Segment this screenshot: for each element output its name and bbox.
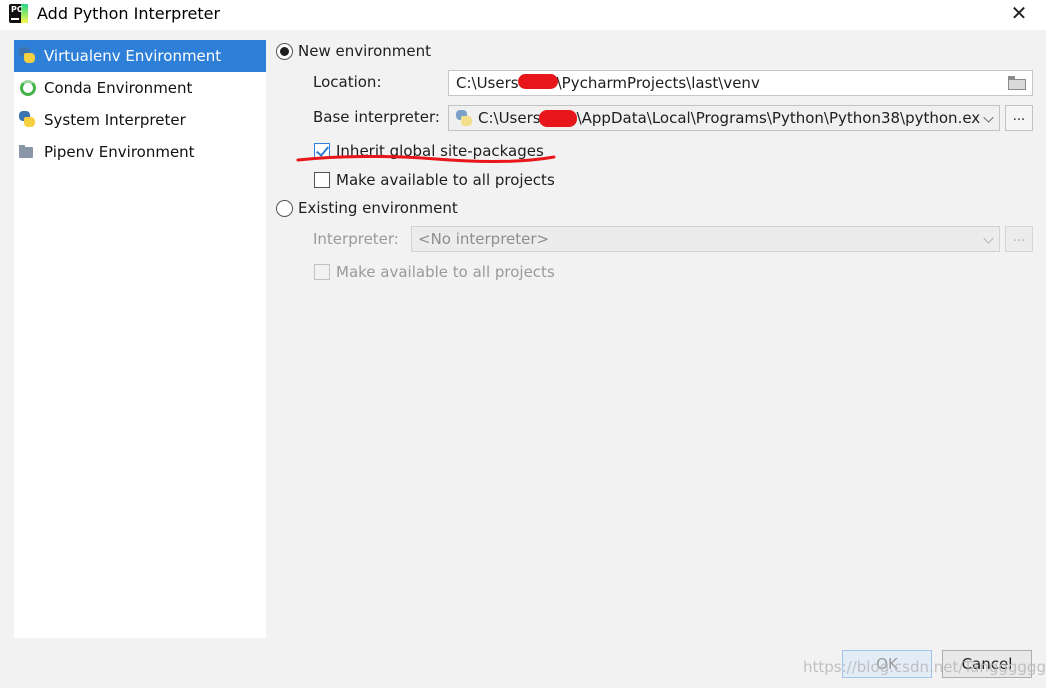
new-environment-radio[interactable]: New environment bbox=[276, 42, 431, 60]
sidebar-item-conda[interactable]: Conda Environment bbox=[14, 72, 266, 104]
redaction-mark bbox=[539, 110, 577, 127]
close-icon[interactable]: ✕ bbox=[1006, 2, 1032, 26]
base-interpreter-select[interactable]: C:\Users \AppData\Local\Programs\Python\… bbox=[448, 105, 1000, 131]
checkbox[interactable] bbox=[314, 264, 330, 280]
make-available-checkbox[interactable]: Make available to all projects bbox=[314, 171, 555, 189]
chevron-down-icon bbox=[983, 112, 994, 123]
location-label: Location: bbox=[313, 73, 382, 91]
settings-panel: New environment Location: C:\Users \Pych… bbox=[276, 40, 1036, 640]
sidebar-item-pipenv[interactable]: Pipenv Environment bbox=[14, 136, 266, 168]
radio-button[interactable] bbox=[276, 199, 293, 217]
make-available-label: Make available to all projects bbox=[336, 171, 555, 189]
location-input[interactable]: C:\Users \PycharmProjects\last\venv bbox=[448, 70, 1033, 96]
python-icon bbox=[18, 110, 38, 130]
existing-environment-radio[interactable]: Existing environment bbox=[276, 199, 458, 217]
existing-environment-label: Existing environment bbox=[298, 199, 458, 217]
interpreter-value: <No interpreter> bbox=[418, 230, 550, 248]
base-value-start: C:\Users bbox=[478, 109, 541, 127]
pycharm-logo-icon: PC bbox=[9, 4, 28, 23]
base-interpreter-label: Base interpreter: bbox=[313, 108, 440, 126]
sidebar-item-label: Pipenv Environment bbox=[44, 143, 195, 161]
python-icon bbox=[18, 46, 38, 66]
chevron-down-icon bbox=[983, 233, 994, 244]
radio-button[interactable] bbox=[276, 42, 293, 60]
conda-icon bbox=[18, 78, 38, 98]
title-bar: PC Add Python Interpreter ✕ bbox=[0, 0, 1046, 30]
watermark-text: https://blog.csdn.net/Tanggggggggg bbox=[803, 658, 1046, 676]
checkbox[interactable] bbox=[314, 172, 330, 188]
redaction-mark bbox=[518, 74, 558, 89]
environment-type-list: Virtualenv Environment Conda Environment… bbox=[14, 40, 266, 638]
existing-make-available-label: Make available to all projects bbox=[336, 263, 555, 281]
browse-base-interpreter-button[interactable]: ... bbox=[1005, 105, 1033, 131]
sidebar-item-system[interactable]: System Interpreter bbox=[14, 104, 266, 136]
location-value-end: \PycharmProjects\last\venv bbox=[556, 74, 760, 92]
sidebar-item-virtualenv[interactable]: Virtualenv Environment bbox=[14, 40, 266, 72]
browse-interpreter-button[interactable]: ... bbox=[1005, 226, 1033, 252]
sidebar-item-label: System Interpreter bbox=[44, 111, 186, 129]
existing-make-available-checkbox[interactable]: Make available to all projects bbox=[314, 263, 555, 281]
folder-icon[interactable] bbox=[1008, 76, 1026, 90]
python-icon bbox=[455, 109, 473, 127]
sidebar-item-label: Virtualenv Environment bbox=[44, 47, 222, 65]
interpreter-select[interactable]: <No interpreter> bbox=[411, 226, 1000, 252]
sidebar-item-label: Conda Environment bbox=[44, 79, 193, 97]
base-value-end: \AppData\Local\Programs\Python\Python38\… bbox=[576, 109, 981, 127]
window-title: Add Python Interpreter bbox=[37, 4, 221, 23]
pipenv-icon bbox=[18, 142, 38, 162]
location-value-start: C:\Users bbox=[456, 74, 519, 92]
new-environment-label: New environment bbox=[298, 42, 432, 60]
interpreter-label: Interpreter: bbox=[313, 230, 399, 248]
